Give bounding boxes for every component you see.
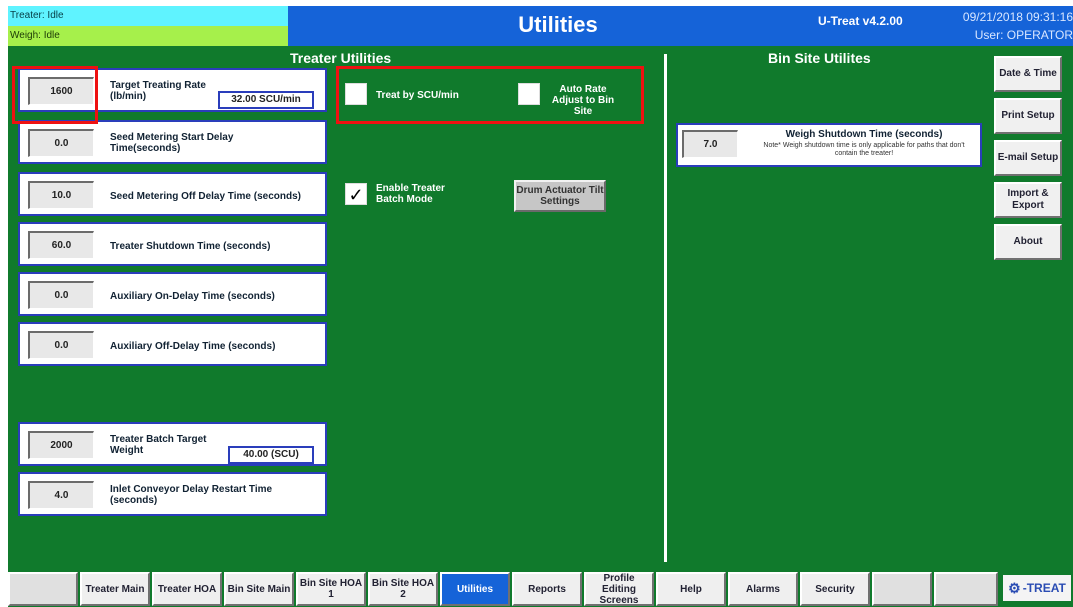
logo-text: -TREAT [1022, 581, 1066, 595]
bottom-nav: Treater Main Treater HOA Bin Site Main B… [8, 568, 1073, 607]
nav-alarms[interactable]: Alarms [728, 572, 798, 606]
treater-batch-target-input[interactable]: 2000 [28, 431, 94, 459]
seed-metering-off-delay-label: Seed Metering Off Delay Time (seconds) [110, 191, 301, 202]
inlet-conveyor-delay-input[interactable]: 4.0 [28, 481, 94, 509]
seed-metering-start-delay-input[interactable]: 0.0 [28, 129, 94, 157]
nav-bin-site-hoa-1[interactable]: Bin Site HOA 1 [296, 572, 366, 606]
seed-metering-off-delay-row: 10.0 Seed Metering Off Delay Time (secon… [18, 172, 327, 216]
treater-shutdown-time-label: Treater Shutdown Time (seconds) [110, 241, 271, 252]
scu-rate-display: 32.00 SCU/min [218, 91, 314, 109]
header-bar: Treater: Idle Weigh: Idle Utilities U-Tr… [8, 6, 1073, 46]
gear-icon: ⚙ [1008, 579, 1021, 596]
email-setup-button[interactable]: E-mail Setup [994, 140, 1062, 176]
nav-help[interactable]: Help [656, 572, 726, 606]
weigh-shutdown-input[interactable]: 7.0 [682, 130, 738, 158]
treater-batch-target-row: 2000 Treater Batch Target Weight 40.00 (… [18, 422, 327, 466]
treat-by-scu-label: Treat by SCU/min [376, 90, 459, 101]
nav-security[interactable]: Security [800, 572, 870, 606]
treater-shutdown-time-row: 60.0 Treater Shutdown Time (seconds) [18, 222, 327, 266]
nav-profile-editing[interactable]: Profile Editing Screens [584, 572, 654, 606]
nav-blank-right-2 [934, 572, 998, 606]
bin-site-utilities-title: Bin Site Utilites [768, 50, 871, 66]
auxiliary-on-delay-row: 0.0 Auxiliary On-Delay Time (seconds) [18, 272, 327, 316]
nav-blank-left [8, 572, 78, 606]
enable-batch-mode-checkbox[interactable]: ✓ [345, 183, 367, 205]
nav-bin-site-hoa-2[interactable]: Bin Site HOA 2 [368, 572, 438, 606]
utilities-screen: Treater: Idle Weigh: Idle Utilities U-Tr… [8, 6, 1073, 607]
nav-treater-main[interactable]: Treater Main [80, 572, 150, 606]
nav-blank-right-1 [872, 572, 932, 606]
weigh-shutdown-note: Note* Weigh shutdown time is only applic… [763, 142, 965, 157]
auto-rate-adjust-checkbox[interactable] [518, 83, 540, 105]
inlet-conveyor-delay-label: Inlet Conveyor Delay Restart Time (secon… [110, 484, 273, 506]
target-rate-highlight [12, 66, 98, 124]
print-setup-button[interactable]: Print Setup [994, 98, 1062, 134]
treat-by-scu-checkbox[interactable] [345, 83, 367, 105]
seed-metering-off-delay-input[interactable]: 10.0 [28, 181, 94, 209]
enable-batch-mode-label: Enable Treater Batch Mode [376, 183, 445, 205]
treater-shutdown-time-input[interactable]: 60.0 [28, 231, 94, 259]
treater-utilities-title: Treater Utilities [290, 50, 392, 66]
weigh-status: Weigh: Idle [8, 26, 288, 46]
auxiliary-off-delay-input[interactable]: 0.0 [28, 331, 94, 359]
seed-metering-start-delay-label: Seed Metering Start Delay Time(seconds) [110, 132, 234, 154]
seed-metering-start-delay-row: 0.0 Seed Metering Start Delay Time(secon… [18, 120, 327, 164]
u-treat-logo: ⚙ -TREAT [1003, 575, 1071, 601]
batch-scu-display: 40.00 (SCU) [228, 446, 314, 464]
datetime-label: 09/21/2018 09:31:16 [962, 10, 1073, 24]
auxiliary-off-delay-row: 0.0 Auxiliary Off-Delay Time (seconds) [18, 322, 327, 366]
section-divider [664, 54, 667, 562]
treater-status: Treater: Idle [8, 6, 288, 26]
user-label: User: OPERATOR [974, 28, 1073, 42]
nav-utilities[interactable]: Utilities [440, 572, 510, 606]
auxiliary-off-delay-label: Auxiliary Off-Delay Time (seconds) [110, 341, 276, 352]
nav-reports[interactable]: Reports [512, 572, 582, 606]
inlet-conveyor-delay-row: 4.0 Inlet Conveyor Delay Restart Time (s… [18, 472, 327, 516]
auxiliary-on-delay-label: Auxiliary On-Delay Time (seconds) [110, 291, 275, 302]
checkmark-icon: ✓ [348, 185, 364, 205]
page-title: Utilities [518, 12, 598, 37]
date-time-button[interactable]: Date & Time [994, 56, 1062, 92]
nav-treater-hoa[interactable]: Treater HOA [152, 572, 222, 606]
weigh-shutdown-row: 7.0 Weigh Shutdown Time (seconds) Note* … [676, 123, 982, 167]
import-export-button[interactable]: Import & Export [994, 182, 1062, 218]
nav-bin-site-main[interactable]: Bin Site Main [224, 572, 294, 606]
auxiliary-on-delay-input[interactable]: 0.0 [28, 281, 94, 309]
about-button[interactable]: About [994, 224, 1062, 260]
treater-batch-target-label: Treater Batch Target Weight [110, 434, 207, 456]
version-label: U-Treat v4.2.00 [818, 14, 903, 28]
drum-actuator-tilt-button[interactable]: Drum Actuator Tilt Settings [514, 180, 606, 212]
weigh-shutdown-label: Weigh Shutdown Time (seconds) [785, 129, 943, 140]
auto-rate-adjust-label: Auto Rate Adjust to Bin Site [551, 84, 615, 117]
target-treating-rate-label: Target Treating Rate (lb/min) [110, 80, 206, 102]
